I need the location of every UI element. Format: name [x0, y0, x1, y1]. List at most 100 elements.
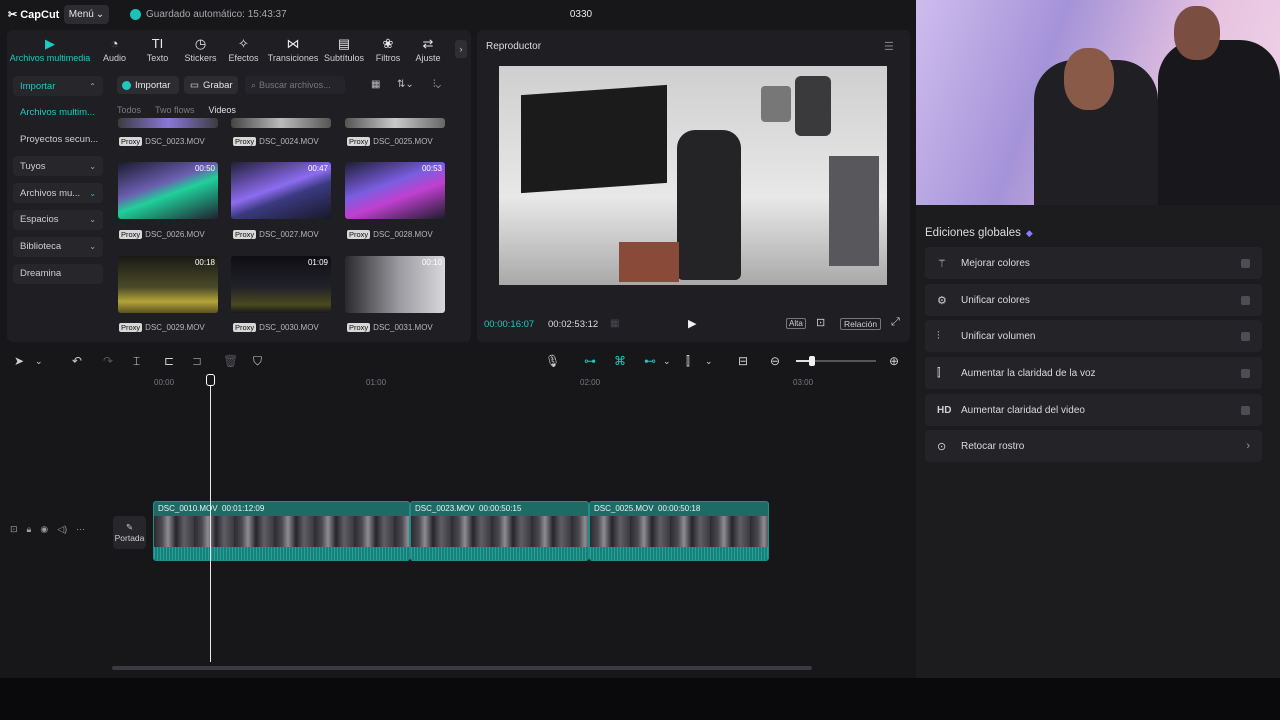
- undo-icon[interactable]: ↶: [72, 354, 82, 368]
- unify-volume-row[interactable]: ⫶ Unificar volumen: [925, 320, 1262, 352]
- filter-icon[interactable]: ⫶⌄: [433, 79, 441, 90]
- zoom-slider[interactable]: [796, 356, 876, 366]
- media-thumb[interactable]: 00:50: [118, 162, 218, 219]
- zoom-fit-icon[interactable]: ⊡: [816, 316, 825, 329]
- media-thumb[interactable]: 00:10: [345, 256, 445, 313]
- timeline-clip[interactable]: DSC_0023.MOV 00:00:50:15: [410, 501, 589, 561]
- media-thumb[interactable]: [231, 118, 331, 128]
- playhead-line[interactable]: [210, 374, 211, 662]
- clip-frames: [411, 516, 588, 549]
- main-track-magnet-icon[interactable]: ⊶: [584, 354, 596, 368]
- media-thumb[interactable]: 00:53: [345, 162, 445, 219]
- sidebar-item-yours[interactable]: Tuyos ⌄: [13, 156, 103, 177]
- eye-icon[interactable]: ◉: [40, 524, 48, 535]
- play-icon[interactable]: ▶: [688, 317, 696, 330]
- bottom-letterbox: [0, 678, 1280, 720]
- quality-button[interactable]: Alta: [786, 318, 806, 329]
- unify-colors-row[interactable]: ⚙ Unificar colores: [925, 284, 1262, 316]
- unify-colors-toggle[interactable]: [1241, 295, 1250, 305]
- sticker-icon: ◷: [194, 36, 207, 51]
- tab-stickers[interactable]: ◷ Stickers: [179, 30, 222, 70]
- auto-snap-icon[interactable]: ⌘: [614, 354, 626, 368]
- tab-media[interactable]: ▶ Archivos multimedia: [7, 30, 93, 70]
- voice-clarity-row[interactable]: ⫿ Aumentar la claridad de la voz: [925, 357, 1262, 389]
- project-title: 0330: [569, 9, 593, 20]
- media-caption: Proxy DSC_0030.MOV: [233, 323, 319, 332]
- video-preview[interactable]: [499, 66, 887, 285]
- fullscreen-icon[interactable]: ⤢: [891, 316, 900, 329]
- trim-right-icon[interactable]: ⊐: [192, 354, 202, 368]
- timeline-clip[interactable]: DSC_0010.MOV 00:01:12:09: [153, 501, 410, 561]
- sidebar-item-media-archive[interactable]: Archivos mu... ⌄: [13, 183, 103, 204]
- timeline-ruler[interactable]: 00:00 01:00 02:00 03:00: [150, 375, 910, 389]
- lock-icon[interactable]: 🔒︎: [27, 524, 32, 535]
- sidebar-item-dreamina[interactable]: Dreamina: [13, 263, 103, 284]
- playhead-handle[interactable]: [206, 374, 215, 386]
- sidebar-item-library[interactable]: Biblioteca ⌄: [13, 236, 103, 257]
- tab-filters[interactable]: ❀ Filtros: [367, 30, 409, 70]
- enhance-colors-toggle[interactable]: [1241, 258, 1250, 268]
- import-button[interactable]: Importar: [117, 76, 179, 94]
- select-cursor-icon[interactable]: ➤: [14, 354, 24, 368]
- delete-icon[interactable]: 🗑: [223, 354, 238, 368]
- track-collapse-icon[interactable]: ⊡: [10, 524, 18, 535]
- voice-clarity-toggle[interactable]: [1241, 368, 1250, 378]
- zoom-slider-handle[interactable]: [809, 356, 815, 366]
- filter-videos[interactable]: Videos: [209, 105, 236, 115]
- timecode-grid-icon[interactable]: ▦: [610, 318, 619, 329]
- tab-audio[interactable]: ◔ Audio: [93, 30, 136, 70]
- shield-icon[interactable]: ⛉: [253, 354, 262, 369]
- record-button[interactable]: ▭ Grabar: [184, 76, 238, 94]
- tab-text[interactable]: TI Texto: [136, 30, 179, 70]
- autosave-status: Guardado automático: 15:43:37: [130, 9, 287, 20]
- media-thumb[interactable]: [118, 118, 218, 128]
- volume-icon[interactable]: ◁): [57, 524, 67, 535]
- preview-axis-icon[interactable]: ⫿: [686, 354, 690, 369]
- unify-volume-toggle[interactable]: [1241, 331, 1250, 341]
- enhance-colors-row[interactable]: ⚚ Mejorar colores: [925, 247, 1262, 279]
- tab-transitions[interactable]: ⋈ Transiciones: [265, 30, 321, 70]
- menu-button[interactable]: Menú ⌄: [64, 5, 109, 24]
- chevron-down-icon[interactable]: ⌄: [35, 356, 43, 367]
- filter-all[interactable]: Todos: [117, 105, 141, 115]
- tab-adjust[interactable]: ⇄ Ajuste: [409, 30, 447, 70]
- face-retouch-row[interactable]: ⊙ Retocar rostro ›: [925, 430, 1262, 462]
- media-thumb[interactable]: 00:47: [231, 162, 331, 219]
- sidebar-item-secondary-projects[interactable]: Proyectos secun...: [13, 130, 103, 150]
- microphone-icon[interactable]: 🎙: [545, 354, 560, 368]
- video-clarity-toggle[interactable]: [1241, 405, 1250, 415]
- redo-icon[interactable]: ↷: [103, 354, 113, 368]
- media-thumb[interactable]: [345, 118, 445, 128]
- chevron-down-icon[interactable]: ⌄: [705, 356, 713, 367]
- search-input[interactable]: ⌕ Buscar archivos...: [245, 76, 345, 94]
- cover-button[interactable]: ✎ Portada: [113, 516, 146, 549]
- timeline-scrollbar[interactable]: [112, 666, 812, 670]
- grid-view-icon[interactable]: ▦: [371, 79, 380, 90]
- sidebar-item-media-files[interactable]: Archivos multim...: [13, 103, 103, 123]
- trim-left-icon[interactable]: ⊏: [164, 354, 174, 368]
- effects-icon: ✧: [238, 36, 249, 51]
- zoom-out-icon[interactable]: ⊖: [770, 354, 780, 368]
- voice-clarity-icon: ⫿: [937, 366, 941, 379]
- split-icon[interactable]: ⌶: [133, 354, 140, 369]
- main-toolbar: ▶ Archivos multimedia ◔ Audio TI Texto ◷ Sti…: [7, 30, 471, 70]
- sidebar-item-spaces[interactable]: Espacios ⌄: [13, 209, 103, 230]
- hamburger-menu-icon[interactable]: ☰: [884, 40, 894, 53]
- sidebar-item-import[interactable]: Importar ⌃: [13, 76, 103, 96]
- chevron-down-icon[interactable]: ⌄: [663, 356, 671, 367]
- subtitle-track-icon[interactable]: ⊟: [738, 354, 748, 368]
- media-caption: Proxy DSC_0023.MOV: [119, 137, 205, 146]
- zoom-in-icon[interactable]: ⊕: [889, 354, 899, 368]
- tab-effects[interactable]: ✧ Efectos: [222, 30, 265, 70]
- tab-subtitles[interactable]: ▤ Subtítulos: [321, 30, 367, 70]
- toolbar-next-button[interactable]: ›: [455, 40, 467, 58]
- link-icon[interactable]: ⊷: [644, 354, 656, 368]
- video-clarity-row[interactable]: HD Aumentar claridad del video: [925, 394, 1262, 426]
- sort-icon[interactable]: ⇅⌄: [397, 79, 414, 90]
- media-thumb[interactable]: 00:18: [118, 256, 218, 313]
- filter-two-flows[interactable]: Two flows: [155, 105, 195, 115]
- timeline-clip[interactable]: DSC_0025.MOV 00:00:50:18: [589, 501, 769, 561]
- more-icon[interactable]: ⋯: [76, 524, 85, 535]
- media-thumb[interactable]: 01:09: [231, 256, 331, 313]
- aspect-ratio-button[interactable]: Relación: [840, 318, 882, 330]
